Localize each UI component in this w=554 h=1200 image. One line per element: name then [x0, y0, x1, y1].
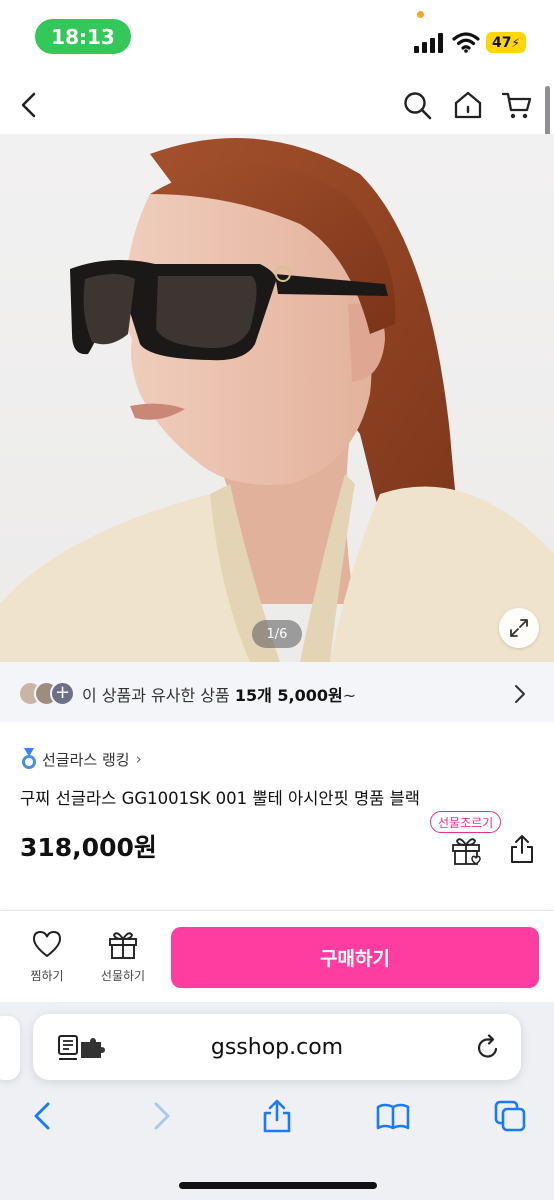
status-bar: 18:13 47 ⚡ [0, 0, 554, 76]
previous-tab-peek[interactable] [0, 1016, 20, 1080]
product-title: 구찌 선글라스 GG1001SK 001 뿔테 아시안핏 명품 블랙 [20, 789, 420, 808]
battery-indicator: 47 ⚡ [486, 32, 526, 53]
wishlist-button[interactable]: 찜하기 [15, 927, 79, 991]
product-price: 318,000원 [20, 833, 157, 862]
expand-icon [510, 619, 528, 637]
image-counter: 1/6 [252, 620, 302, 648]
top-header [0, 76, 554, 134]
gift-button[interactable]: 선물하기 [91, 927, 155, 991]
browser-toolbar: gsshop.com [0, 1002, 554, 1200]
medal-icon [22, 748, 36, 769]
product-photo [0, 138, 554, 662]
home-icon[interactable] [451, 88, 485, 122]
cart-icon[interactable] [500, 88, 534, 122]
wifi-icon [452, 32, 480, 53]
browser-back-icon[interactable] [25, 1098, 61, 1134]
browser-forward-icon[interactable] [143, 1098, 179, 1134]
gift-label: 선물하기 [100, 969, 146, 983]
reload-icon[interactable] [475, 1034, 501, 1062]
address-bar[interactable]: gsshop.com [33, 1014, 521, 1080]
similar-products-banner[interactable]: + 이 상품과 유사한 상품 15개 5,000원~ [0, 662, 554, 722]
tabs-icon[interactable] [492, 1098, 528, 1134]
share-sheet-icon[interactable] [259, 1098, 295, 1134]
expand-image-button[interactable] [499, 608, 539, 648]
similar-count-price: 15개 5,000원 [234, 686, 343, 705]
gift-request-icon[interactable] [450, 834, 482, 866]
share-icon[interactable] [508, 833, 536, 865]
similar-suffix: ~ [342, 686, 357, 705]
status-time: 18:13 [35, 19, 131, 54]
similar-products-text: 이 상품과 유사한 상품 15개 5,000원~ [82, 682, 356, 706]
ranking-label: 선글라스 랭킹 [42, 750, 130, 769]
purchase-action-bar: 찜하기 선물하기 구매하기 [0, 910, 554, 1002]
home-indicator[interactable] [179, 1182, 377, 1189]
chevron-right-icon: › [135, 750, 142, 768]
wishlist-label: 찜하기 [30, 969, 64, 983]
cellular-signal-icon [414, 33, 443, 53]
gift-icon [109, 932, 137, 959]
charging-bolt-icon: ⚡ [511, 35, 520, 50]
similar-prefix: 이 상품과 유사한 상품 [82, 686, 235, 705]
product-image-carousel[interactable] [0, 134, 554, 662]
heart-icon [33, 931, 61, 957]
back-icon[interactable] [12, 88, 46, 122]
search-icon[interactable] [400, 88, 434, 122]
privacy-indicator-dot [417, 11, 424, 18]
buy-button[interactable]: 구매하기 [171, 927, 539, 988]
battery-level: 47 [492, 34, 512, 51]
gift-request-badge[interactable]: 선물조르기 [430, 811, 502, 833]
plus-icon: + [50, 681, 75, 706]
bookmarks-icon[interactable] [375, 1098, 411, 1134]
category-ranking-link[interactable]: 선글라스 랭킹 › [20, 748, 142, 770]
similar-product-thumbnails: + [18, 681, 78, 707]
page-menu-icon[interactable] [57, 1034, 115, 1062]
chevron-right-icon [515, 685, 525, 703]
